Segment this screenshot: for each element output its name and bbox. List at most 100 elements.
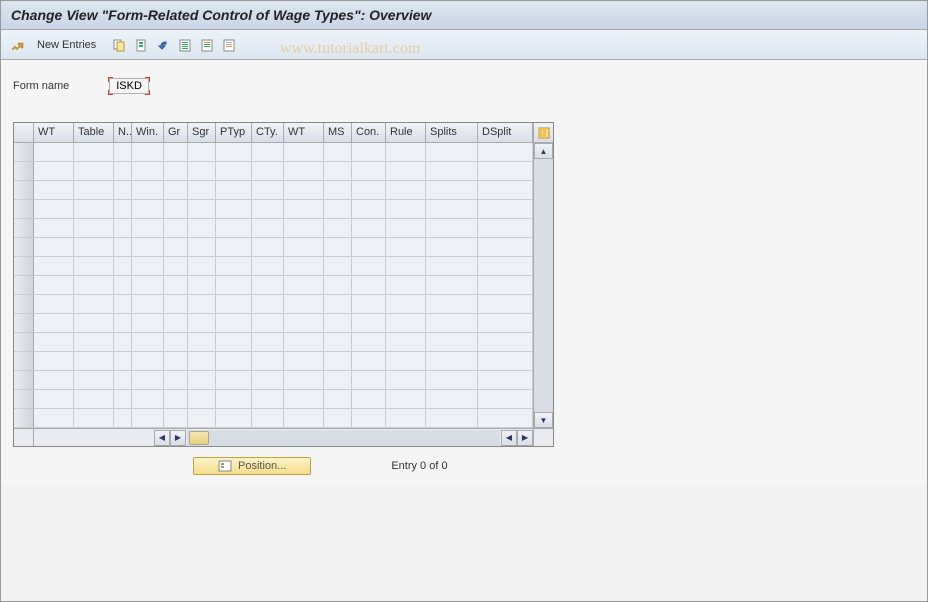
cell-wt[interactable] bbox=[34, 181, 74, 200]
cell-win[interactable] bbox=[132, 371, 164, 390]
cell-ptyp[interactable] bbox=[216, 314, 252, 333]
select-all-rows[interactable] bbox=[14, 123, 34, 143]
cell-rule[interactable] bbox=[386, 200, 426, 219]
cell-win[interactable] bbox=[132, 200, 164, 219]
cell-ptyp[interactable] bbox=[216, 257, 252, 276]
cell-ptyp[interactable] bbox=[216, 219, 252, 238]
scroll-right-end-icon[interactable]: ▶ bbox=[517, 430, 533, 446]
cell-wt2[interactable] bbox=[284, 181, 324, 200]
row-selector[interactable] bbox=[14, 352, 34, 371]
cell-wt2[interactable] bbox=[284, 257, 324, 276]
position-button[interactable]: Position... bbox=[193, 457, 311, 475]
cell-dsplit[interactable] bbox=[478, 409, 533, 428]
cell-gr[interactable] bbox=[164, 162, 188, 181]
cell-dsplit[interactable] bbox=[478, 200, 533, 219]
cell-sgr[interactable] bbox=[188, 181, 216, 200]
cell-win[interactable] bbox=[132, 390, 164, 409]
cell-rule[interactable] bbox=[386, 295, 426, 314]
cell-table[interactable] bbox=[74, 276, 114, 295]
cell-n[interactable] bbox=[114, 333, 132, 352]
cell-win[interactable] bbox=[132, 352, 164, 371]
cell-sgr[interactable] bbox=[188, 333, 216, 352]
cell-cty[interactable] bbox=[252, 295, 284, 314]
cell-ms[interactable] bbox=[324, 143, 352, 162]
cell-splits[interactable] bbox=[426, 238, 478, 257]
cell-con[interactable] bbox=[352, 181, 386, 200]
column-header-wt2[interactable]: WT bbox=[284, 123, 324, 143]
select-all-icon[interactable] bbox=[176, 36, 194, 54]
cell-splits[interactable] bbox=[426, 333, 478, 352]
cell-wt2[interactable] bbox=[284, 333, 324, 352]
cell-cty[interactable] bbox=[252, 219, 284, 238]
cell-con[interactable] bbox=[352, 162, 386, 181]
cell-con[interactable] bbox=[352, 200, 386, 219]
cell-wt2[interactable] bbox=[284, 295, 324, 314]
cell-dsplit[interactable] bbox=[478, 162, 533, 181]
cell-con[interactable] bbox=[352, 352, 386, 371]
row-selector[interactable] bbox=[14, 219, 34, 238]
cell-con[interactable] bbox=[352, 390, 386, 409]
cell-ptyp[interactable] bbox=[216, 276, 252, 295]
scroll-thumb[interactable] bbox=[189, 431, 209, 445]
deselect-all-icon[interactable] bbox=[220, 36, 238, 54]
cell-sgr[interactable] bbox=[188, 352, 216, 371]
cell-ptyp[interactable] bbox=[216, 352, 252, 371]
cell-gr[interactable] bbox=[164, 219, 188, 238]
column-header-cty[interactable]: CTy. bbox=[252, 123, 284, 143]
cell-gr[interactable] bbox=[164, 238, 188, 257]
cell-wt[interactable] bbox=[34, 143, 74, 162]
cell-ms[interactable] bbox=[324, 295, 352, 314]
cell-sgr[interactable] bbox=[188, 390, 216, 409]
cell-wt[interactable] bbox=[34, 238, 74, 257]
delete-icon[interactable] bbox=[132, 36, 150, 54]
cell-wt2[interactable] bbox=[284, 352, 324, 371]
cell-win[interactable] bbox=[132, 257, 164, 276]
column-header-n[interactable]: N.. bbox=[114, 123, 132, 143]
row-selector[interactable] bbox=[14, 314, 34, 333]
column-header-ms[interactable]: MS bbox=[324, 123, 352, 143]
cell-gr[interactable] bbox=[164, 409, 188, 428]
cell-dsplit[interactable] bbox=[478, 371, 533, 390]
cell-wt2[interactable] bbox=[284, 371, 324, 390]
cell-table[interactable] bbox=[74, 352, 114, 371]
cell-con[interactable] bbox=[352, 143, 386, 162]
cell-dsplit[interactable] bbox=[478, 314, 533, 333]
cell-win[interactable] bbox=[132, 181, 164, 200]
cell-rule[interactable] bbox=[386, 238, 426, 257]
cell-dsplit[interactable] bbox=[478, 352, 533, 371]
cell-gr[interactable] bbox=[164, 181, 188, 200]
cell-cty[interactable] bbox=[252, 352, 284, 371]
cell-con[interactable] bbox=[352, 333, 386, 352]
cell-table[interactable] bbox=[74, 200, 114, 219]
cell-table[interactable] bbox=[74, 314, 114, 333]
scroll-left-end-icon[interactable]: ◀ bbox=[501, 430, 517, 446]
cell-wt[interactable] bbox=[34, 314, 74, 333]
cell-n[interactable] bbox=[114, 257, 132, 276]
row-selector[interactable] bbox=[14, 390, 34, 409]
cell-sgr[interactable] bbox=[188, 162, 216, 181]
scroll-left-icon[interactable]: ◀ bbox=[154, 430, 170, 446]
cell-n[interactable] bbox=[114, 162, 132, 181]
cell-wt[interactable] bbox=[34, 162, 74, 181]
cell-table[interactable] bbox=[74, 295, 114, 314]
vertical-scrollbar[interactable]: ▲ ▼ bbox=[534, 143, 553, 428]
cell-rule[interactable] bbox=[386, 181, 426, 200]
horizontal-scrollbar[interactable] bbox=[187, 430, 500, 446]
cell-rule[interactable] bbox=[386, 257, 426, 276]
cell-n[interactable] bbox=[114, 219, 132, 238]
configure-columns-icon[interactable] bbox=[534, 123, 553, 143]
cell-cty[interactable] bbox=[252, 314, 284, 333]
cell-wt2[interactable] bbox=[284, 200, 324, 219]
undo-icon[interactable] bbox=[154, 36, 172, 54]
cell-rule[interactable] bbox=[386, 333, 426, 352]
cell-ptyp[interactable] bbox=[216, 371, 252, 390]
cell-dsplit[interactable] bbox=[478, 143, 533, 162]
row-selector[interactable] bbox=[14, 238, 34, 257]
cell-wt[interactable] bbox=[34, 257, 74, 276]
cell-cty[interactable] bbox=[252, 200, 284, 219]
cell-splits[interactable] bbox=[426, 295, 478, 314]
cell-splits[interactable] bbox=[426, 390, 478, 409]
cell-ms[interactable] bbox=[324, 314, 352, 333]
cell-sgr[interactable] bbox=[188, 200, 216, 219]
scroll-down-icon[interactable]: ▼ bbox=[534, 412, 553, 428]
